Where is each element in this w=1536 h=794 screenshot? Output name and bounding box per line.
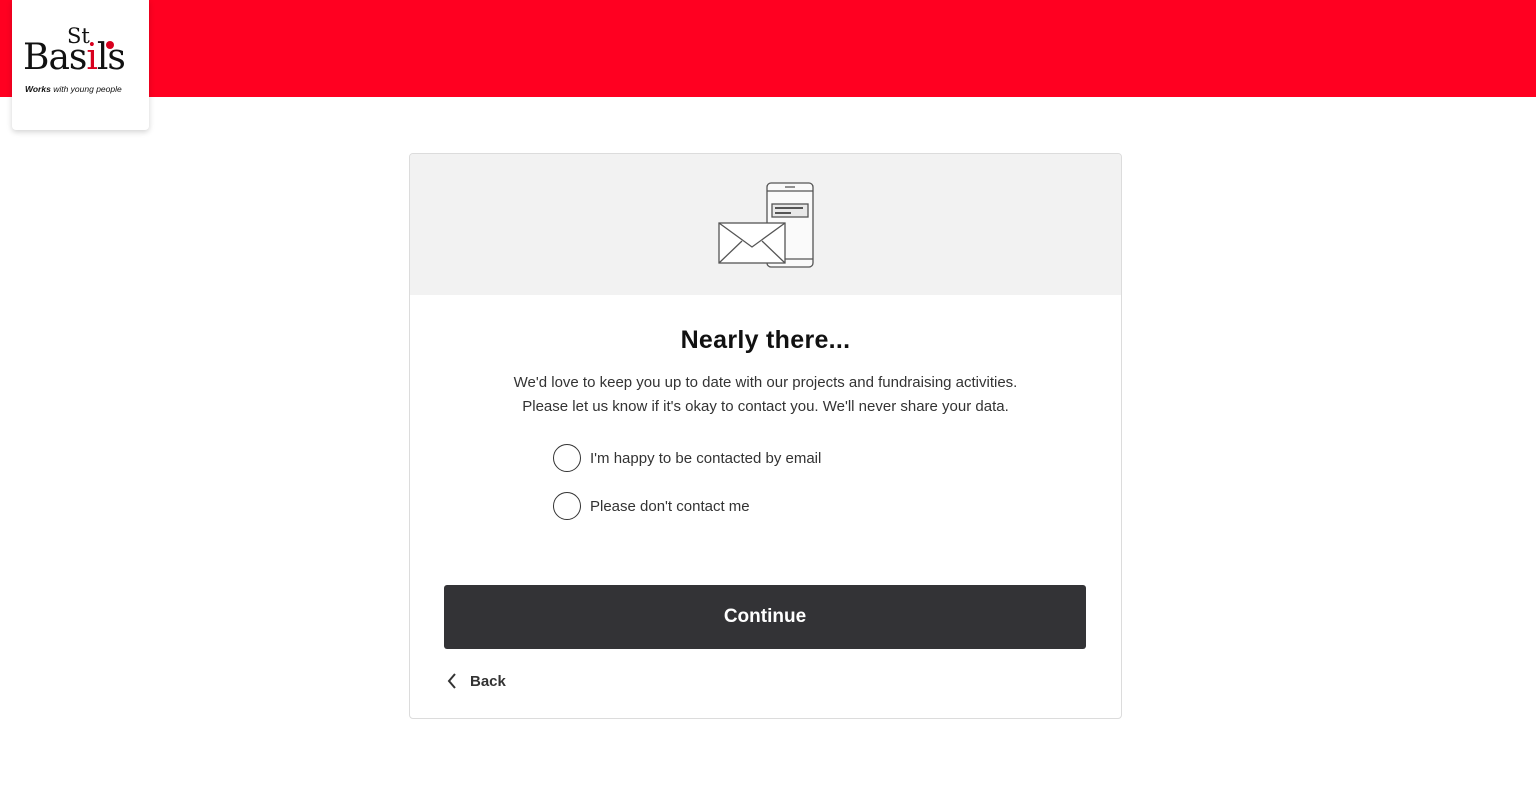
chevron-left-icon [447,673,456,689]
option-no-contact[interactable]: Please don't contact me [553,491,750,521]
description-line: Please let us know if it's okay to conta… [522,398,1009,415]
card-hero-banner [410,154,1121,295]
radio-button-email[interactable] [553,444,581,472]
radio-button-no-contact[interactable] [553,492,581,520]
brand-logo[interactable]: St Basils Works with young people [12,0,149,130]
back-link[interactable]: Back [446,672,506,690]
option-label: I'm happy to be contacted by email [590,449,822,467]
logo-basils-text: Basils [23,37,126,78]
option-email-consent[interactable]: I'm happy to be contacted by email [553,443,821,473]
page-title: Nearly there... [680,326,851,354]
back-label: Back [470,672,506,690]
consent-card: Nearly there... We'd love to keep you up… [409,153,1122,719]
consent-description: We'd love to keep you up to date with ou… [440,371,1091,419]
continue-button[interactable]: Continue [444,585,1086,649]
envelope-and-phone-icon [718,182,814,268]
option-label: Please don't contact me [590,497,750,515]
top-banner [0,0,1536,97]
description-line: We'd love to keep you up to date with ou… [513,374,1018,391]
logo-tagline: Works with young people [25,84,122,94]
